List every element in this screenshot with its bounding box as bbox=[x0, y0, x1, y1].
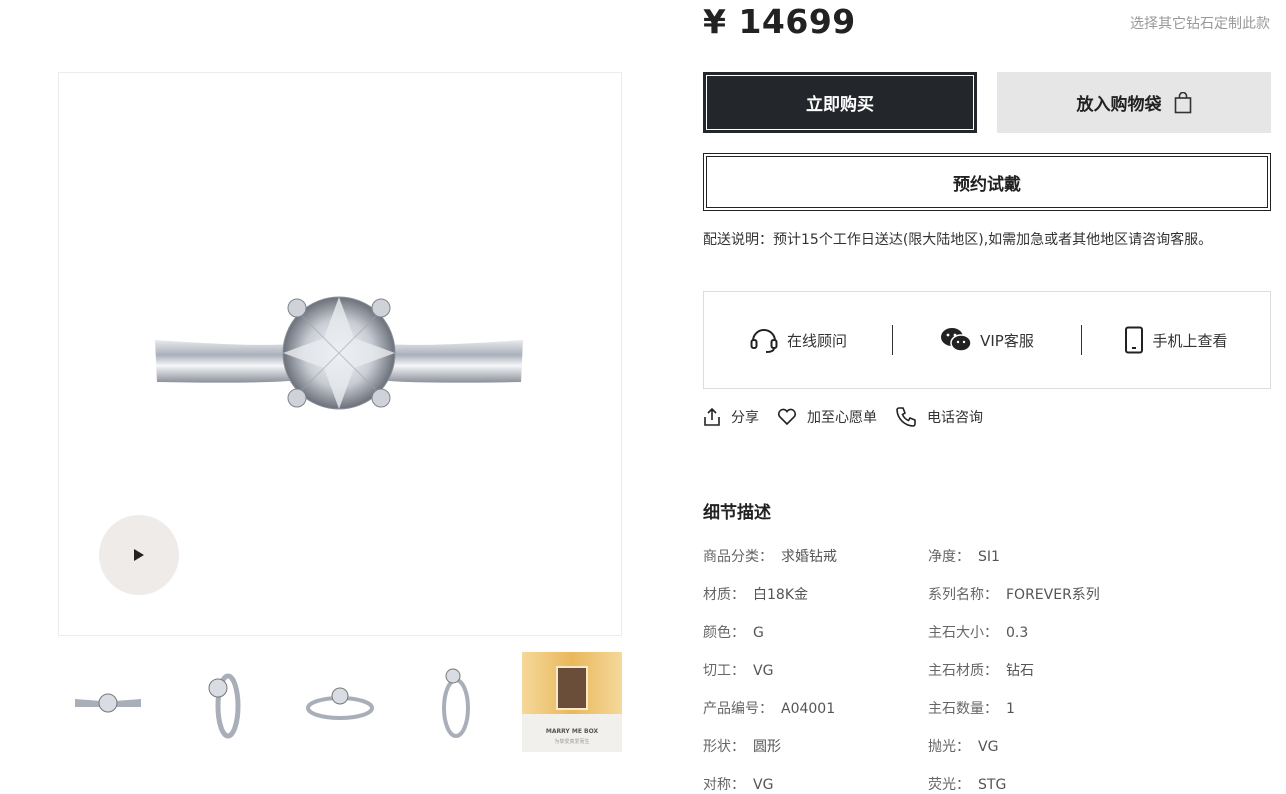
gift-box-caption: MARRY ME BOX bbox=[545, 728, 599, 735]
play-video-button[interactable] bbox=[99, 515, 179, 595]
vip-service-label: VIP客服 bbox=[980, 331, 1034, 350]
vip-service-button[interactable]: VIP客服 bbox=[893, 326, 1081, 354]
book-tryon-label: 预约试戴 bbox=[953, 174, 1021, 195]
buy-now-label: 立即购买 bbox=[806, 95, 874, 115]
service-panel: 在线顾问 VIP客服 手机上查看 bbox=[703, 291, 1271, 389]
detail-clarity: 净度： SI1 bbox=[928, 546, 1000, 566]
detail-key: 系列名称： bbox=[928, 587, 998, 603]
add-to-wishlist-label: 加至心愿单 bbox=[807, 410, 877, 426]
detail-product-code: 产品编号： A04001 bbox=[703, 698, 835, 718]
thumbnail-3[interactable] bbox=[290, 652, 390, 752]
thumbnail-4[interactable] bbox=[406, 652, 506, 752]
book-tryon-button[interactable]: 预约试戴 bbox=[703, 153, 1271, 211]
heart-icon bbox=[777, 408, 797, 426]
detail-key: 主石材质： bbox=[928, 663, 998, 679]
detail-key: 净度： bbox=[928, 549, 970, 565]
online-advisor-button[interactable]: 在线顾问 bbox=[704, 325, 892, 355]
detail-value: 钻石 bbox=[1006, 663, 1034, 679]
share-button[interactable]: 分享 bbox=[703, 407, 759, 427]
detail-value: 1 bbox=[1006, 701, 1015, 717]
ring-thumbnail-image bbox=[442, 668, 470, 738]
main-product-image[interactable] bbox=[58, 72, 622, 636]
detail-value: 白18K金 bbox=[753, 587, 808, 603]
detail-category: 商品分类： 求婚钻戒 bbox=[703, 546, 837, 566]
thumbnail-strip: MARRY ME BOX 为挚爱真爱而生 bbox=[58, 652, 622, 752]
mobile-phone-icon bbox=[1125, 326, 1144, 354]
detail-main-stone-size: 主石大小： 0.3 bbox=[928, 622, 1028, 642]
thumbnail-1[interactable] bbox=[58, 652, 158, 752]
ring-image bbox=[155, 296, 523, 410]
detail-main-stone-count: 主石数量： 1 bbox=[928, 698, 1015, 718]
detail-fluorescence: 荧光： STG bbox=[928, 774, 1006, 794]
detail-key: 主石数量： bbox=[928, 701, 998, 717]
detail-color: 颜色： G bbox=[703, 622, 764, 642]
detail-key: 切工： bbox=[703, 663, 745, 679]
product-price: ¥ 14699 bbox=[703, 2, 856, 41]
detail-key: 产品编号： bbox=[703, 701, 773, 717]
detail-shape: 形状： 圆形 bbox=[703, 736, 781, 756]
detail-key: 颜色： bbox=[703, 625, 745, 641]
detail-value: G bbox=[753, 625, 764, 641]
detail-main-stone-material: 主石材质： 钻石 bbox=[928, 660, 1034, 680]
phone-consult-label: 电话咨询 bbox=[927, 410, 983, 426]
detail-value: STG bbox=[978, 777, 1007, 793]
thumbnail-2[interactable] bbox=[174, 652, 274, 752]
detail-value: VG bbox=[753, 663, 774, 679]
buy-now-button[interactable]: 立即购买 bbox=[703, 72, 977, 133]
detail-polish: 抛光： VG bbox=[928, 736, 998, 756]
ring-thumbnail-image bbox=[306, 687, 374, 720]
play-icon bbox=[134, 549, 144, 561]
shopping-bag-icon bbox=[1174, 91, 1191, 113]
detail-value: 圆形 bbox=[753, 739, 781, 755]
add-to-bag-button[interactable]: 放入购物袋 bbox=[997, 72, 1271, 133]
detail-symmetry: 对称： VG bbox=[703, 774, 773, 794]
customize-diamond-link[interactable]: 选择其它钻石定制此款 bbox=[1130, 13, 1270, 33]
details-section-title: 细节描述 bbox=[703, 503, 771, 523]
view-on-mobile-button[interactable]: 手机上查看 bbox=[1082, 326, 1270, 354]
detail-key: 对称： bbox=[703, 777, 745, 793]
detail-value: VG bbox=[978, 739, 999, 755]
ring-thumbnail-image bbox=[208, 673, 241, 739]
ring-thumbnail-image bbox=[75, 693, 141, 713]
wechat-icon bbox=[941, 328, 972, 352]
detail-key: 材质： bbox=[703, 587, 745, 603]
detail-key: 形状： bbox=[703, 739, 745, 755]
online-advisor-label: 在线顾问 bbox=[786, 331, 847, 350]
detail-key: 商品分类： bbox=[703, 549, 773, 565]
detail-value: 0.3 bbox=[1006, 625, 1029, 641]
gift-box-subcaption: 为挚爱真爱而生 bbox=[554, 739, 590, 745]
share-label: 分享 bbox=[731, 410, 759, 426]
view-on-mobile-label: 手机上查看 bbox=[1152, 331, 1228, 350]
detail-key: 荧光： bbox=[928, 777, 970, 793]
detail-cut: 切工： VG bbox=[703, 660, 773, 680]
thumbnail-gift-box[interactable]: MARRY ME BOX 为挚爱真爱而生 bbox=[522, 652, 622, 752]
delivery-note: 配送说明：预计15个工作日送达(限大陆地区),如需加急或者其他地区请咨询客服。 bbox=[703, 232, 1213, 248]
secondary-actions: 分享 加至心愿单 电话咨询 bbox=[703, 406, 1001, 428]
detail-series: 系列名称： FOREVER系列 bbox=[928, 584, 1100, 604]
add-to-wishlist-button[interactable]: 加至心愿单 bbox=[777, 407, 877, 427]
share-icon bbox=[704, 407, 720, 426]
gift-box-image: MARRY ME BOX 为挚爱真爱而生 bbox=[522, 652, 622, 752]
phone-icon bbox=[896, 407, 916, 427]
detail-value: 求婚钻戒 bbox=[781, 549, 837, 565]
phone-consult-button[interactable]: 电话咨询 bbox=[895, 406, 983, 428]
detail-value: SI1 bbox=[978, 549, 1000, 565]
headset-icon bbox=[750, 329, 778, 353]
detail-value: A04001 bbox=[781, 701, 836, 717]
add-to-bag-label: 放入购物袋 bbox=[1076, 95, 1162, 115]
detail-key: 抛光： bbox=[928, 739, 970, 755]
detail-value: VG bbox=[753, 777, 774, 793]
detail-material: 材质： 白18K金 bbox=[703, 584, 808, 604]
detail-key: 主石大小： bbox=[928, 625, 998, 641]
detail-value: FOREVER系列 bbox=[1006, 587, 1100, 603]
